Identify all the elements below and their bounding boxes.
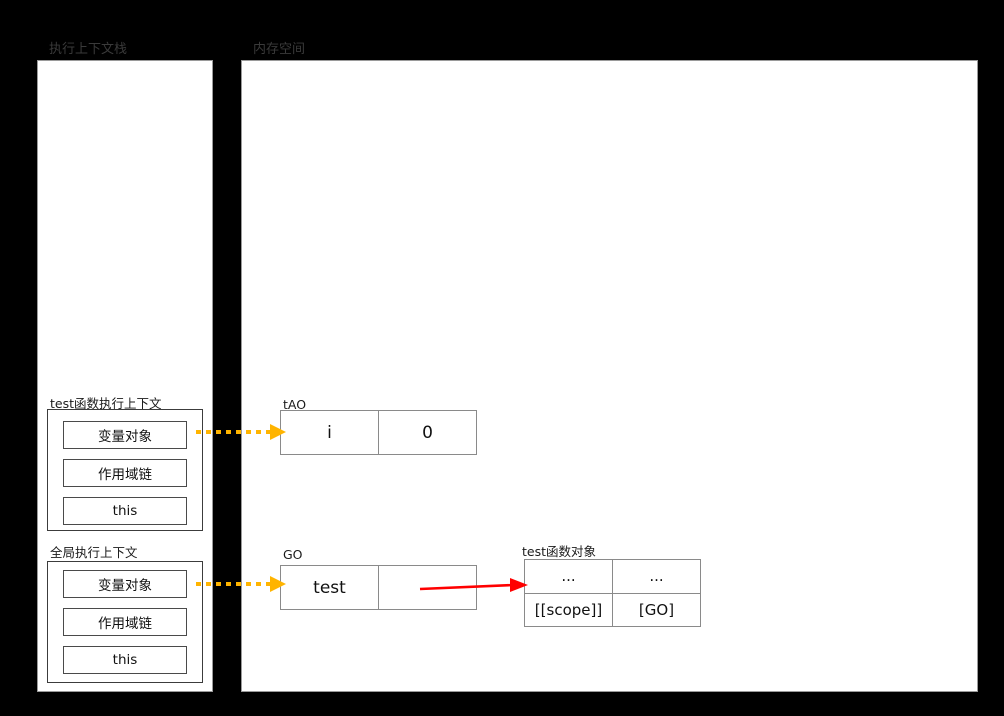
function-object-scope-value-cell: [GO]: [612, 593, 700, 626]
function-object-scope-key-cell: [[scope]]: [534, 600, 603, 619]
tao-key-cell: i: [327, 422, 332, 443]
table-row: ... ...: [525, 560, 700, 593]
function-object-table-label: test函数对象: [522, 544, 597, 559]
function-object-ellipsis-key-cell: ...: [561, 567, 576, 586]
go-key-cell: test: [313, 577, 346, 598]
stack-panel-label: 执行上下文栈: [49, 42, 128, 57]
memory-panel-label: 内存空间: [253, 42, 306, 57]
tao-value-cell: 0: [378, 411, 476, 454]
go-table-label: GO: [283, 547, 303, 562]
go-table: test: [280, 565, 477, 610]
function-object-ellipsis-value-cell: ...: [612, 560, 700, 593]
global-context-label: 全局执行上下文: [50, 545, 138, 560]
test-context-variable-object[interactable]: 变量对象: [63, 421, 187, 449]
diagram-canvas: 执行上下文栈 内存空间 test函数执行上下文 变量对象 作用域链 this 全…: [0, 0, 1004, 716]
test-context-scope-chain[interactable]: 作用域链: [63, 459, 187, 487]
test-context-this[interactable]: this: [63, 497, 187, 525]
table-row: test: [281, 566, 476, 609]
global-context-variable-object[interactable]: 变量对象: [63, 570, 187, 598]
tao-table: i 0: [280, 410, 477, 455]
go-value-cell: [378, 566, 476, 609]
function-object-table: ... ... [[scope]] [GO]: [524, 559, 701, 627]
global-context-scope-chain[interactable]: 作用域链: [63, 608, 187, 636]
table-row: [[scope]] [GO]: [525, 592, 700, 626]
global-context-this[interactable]: this: [63, 646, 187, 674]
table-row: i 0: [281, 411, 476, 454]
